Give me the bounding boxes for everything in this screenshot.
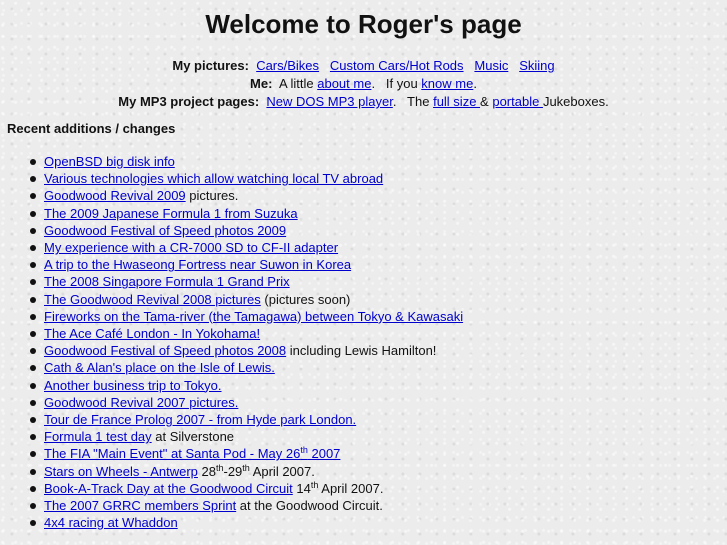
nav-mp3-row: My MP3 project pages: New DOS MP3 player… [0,93,727,111]
recent-note: -29 [223,463,243,479]
recent-note: April 2007. [318,480,384,496]
list-item: Book-A-Track Day at the Goodwood Circuit… [30,480,727,497]
recent-link[interactable]: Stars on Wheels - Antwerp [44,464,198,479]
list-item: Goodwood Revival 2007 pictures. [30,394,727,411]
recent-note: pictures. [185,188,239,204]
link-full-size-jukebox[interactable]: full size [433,94,480,109]
link-music[interactable]: Music [474,58,508,73]
nav-mp3-text-2: & [480,94,493,109]
list-item: Goodwood Festival of Speed photos 2009 [30,222,727,239]
recent-link[interactable]: The Goodwood Revival 2008 pictures [44,292,261,307]
list-item: Goodwood Revival 2009 pictures. [30,187,727,204]
recent-link[interactable]: The 2009 Japanese Formula 1 from Suzuka [44,206,298,221]
recent-note: 14 [292,480,311,496]
nav-me-text-2: . If you [371,76,422,91]
recent-link[interactable]: OpenBSD big disk info [44,154,175,169]
list-item: Fireworks on the Tama-river (the Tamagaw… [30,308,727,325]
recent-note: including Lewis Hamilton! [286,343,437,359]
recent-list: OpenBSD big disk info Various technologi… [0,153,727,531]
recent-link-sup: th [300,445,308,456]
recent-link[interactable]: Formula 1 test day [44,429,152,444]
list-item: The Ace Café London - In Yokohama! [30,325,727,342]
link-dos-mp3-player[interactable]: New DOS MP3 player [266,94,392,109]
list-item: Formula 1 test day at Silverstone [30,428,727,445]
nav-section: My pictures: Cars/Bikes Custom Cars/Hot … [0,57,727,111]
recent-note: (pictures soon) [260,291,351,307]
recent-note: April 2007. [249,463,315,479]
link-about-me[interactable]: about me [317,76,371,91]
recent-link[interactable]: Tour de France Prolog 2007 - from Hyde p… [44,412,356,427]
recent-link[interactable]: A trip to the Hwaseong Fortress near Suw… [44,257,351,272]
list-item: A trip to the Hwaseong Fortress near Suw… [30,256,727,273]
recent-link[interactable]: The Ace Café London - In Yokohama! [44,326,260,341]
recent-link[interactable]: Fireworks on the Tama-river (the Tamagaw… [44,309,463,324]
recent-note-sup: th [215,462,224,473]
list-item: Goodwood Festival of Speed photos 2008 i… [30,342,727,359]
list-item: My experience with a CR-7000 SD to CF-II… [30,239,727,256]
nav-me-label: Me: [250,76,273,91]
list-item: The 2007 GRRC members Sprint at the Good… [30,497,727,514]
recent-link[interactable]: Goodwood Festival of Speed photos 2009 [44,223,286,238]
link-portable-jukebox[interactable]: portable [492,94,543,109]
recent-note: at Silverstone [151,429,235,445]
recent-link[interactable]: Book-A-Track Day at the Goodwood Circuit [44,481,293,496]
list-item: The FIA "Main Event" at Santa Pod - May … [30,445,727,462]
recent-link[interactable]: Goodwood Festival of Speed photos 2008 [44,343,286,358]
list-item: Tour de France Prolog 2007 - from Hyde p… [30,411,727,428]
recent-link-text: The FIA "Main Event" at Santa Pod - May … [44,446,301,462]
nav-pictures-row: My pictures: Cars/Bikes Custom Cars/Hot … [0,57,727,75]
recent-note: at the Goodwood Circuit. [236,498,383,514]
recent-link[interactable]: Goodwood Revival 2007 pictures. [44,395,238,410]
nav-me-row: Me: A little about me. If you know me. [0,75,727,93]
recent-link-text: 2007 [307,446,341,462]
recent-link[interactable]: The 2008 Singapore Formula 1 Grand Prix [44,274,290,289]
nav-pictures-label: My pictures: [172,58,249,73]
nav-me-text-1: A little [278,76,318,91]
list-item: Stars on Wheels - Antwerp 28th-29th Apri… [30,462,727,480]
list-item: Cath & Alan's place on the Isle of Lewis… [30,359,727,376]
recent-link[interactable]: Another business trip to Tokyo. [44,378,222,393]
nav-mp3-text-1: . The [392,94,434,109]
link-cars-bikes[interactable]: Cars/Bikes [256,58,319,73]
page-title: Welcome to Roger's page [205,9,522,39]
recent-heading: Recent additions / changes [7,121,176,136]
link-custom-cars[interactable]: Custom Cars/Hot Rods [330,58,464,73]
recent-link[interactable]: Various technologies which allow watchin… [44,171,383,186]
recent-link[interactable]: Goodwood Revival 2009 [44,188,186,203]
nav-mp3-text-3: Jukeboxes. [542,94,609,109]
recent-link[interactable]: The 2007 GRRC members Sprint [44,498,236,513]
recent-note: 28 [197,463,216,479]
list-item: The 2009 Japanese Formula 1 from Suzuka [30,205,727,222]
recent-link[interactable]: My experience with a CR-7000 SD to CF-II… [44,240,338,255]
recent-link[interactable]: 4x4 racing at Whaddon [44,515,178,530]
recent-link[interactable]: Cath & Alan's place on the Isle of Lewis… [44,360,275,375]
recent-note-sup: th [242,462,250,473]
recent-link[interactable]: The FIA "Main Event" at Santa Pod - May … [44,445,341,462]
link-know-me[interactable]: know me [421,76,473,91]
link-skiing[interactable]: Skiing [519,58,554,73]
list-item: 4x4 racing at Whaddon [30,514,727,531]
list-item: Various technologies which allow watchin… [30,170,727,187]
nav-mp3-label: My MP3 project pages: [118,94,260,109]
list-item: The 2008 Singapore Formula 1 Grand Prix [30,273,727,290]
list-item: OpenBSD big disk info [30,153,727,170]
list-item: The Goodwood Revival 2008 pictures (pict… [30,291,727,308]
list-item: Another business trip to Tokyo. [30,377,727,394]
nav-me-text-3: . [473,76,477,91]
